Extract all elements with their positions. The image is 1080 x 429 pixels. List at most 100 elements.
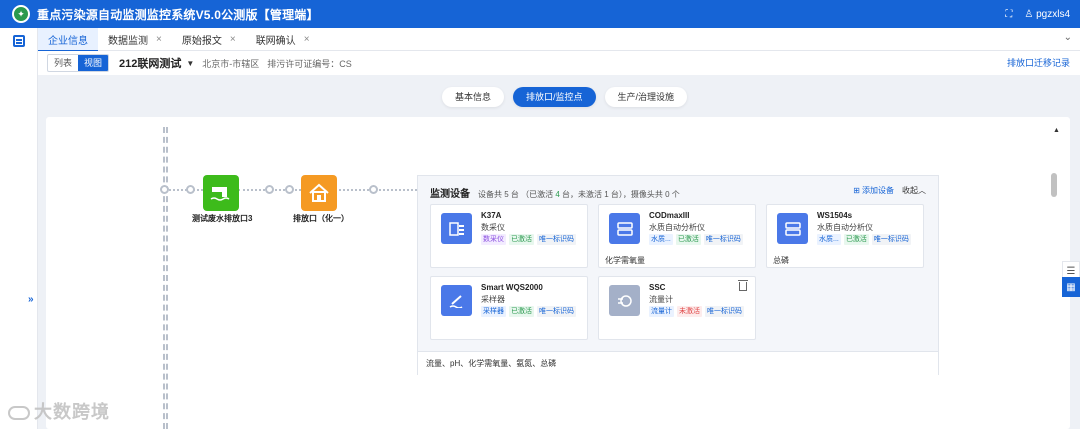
uid-tag[interactable]: 唯一标识码 (537, 306, 576, 317)
tab-data-monitoring[interactable]: 数据监测 × (98, 28, 172, 51)
device-name: K37A (481, 211, 502, 220)
permit-number: 排污许可证编号：CS (267, 58, 352, 69)
junction-dot (265, 185, 274, 194)
chevron-up-icon: ︿ (918, 186, 926, 195)
scroll-up-icon[interactable]: ▲ (1053, 127, 1060, 134)
tab-outlet-monitoring[interactable]: 排放口/监控点 (513, 87, 596, 107)
tab-network-confirm[interactable]: 联网确认 × (246, 28, 320, 51)
uid-tag[interactable]: 唯一标识码 (871, 234, 911, 245)
device-card[interactable]: WS1504s 水质自动分析仪 水质... 已激活 唯一标识码 总磷 (766, 204, 924, 268)
app-logo-icon: ✦ (12, 5, 30, 23)
grid-toggle-icon[interactable]: ▦ (1062, 277, 1080, 297)
user-menu[interactable]: ♙ pgzxls4 (1024, 9, 1070, 20)
device-type: 采样器 (481, 295, 505, 304)
scrollbar[interactable]: ▲ (1050, 125, 1060, 425)
devices-summary: 设备共 5 台 （已激活 4 台，未激活 1 台），摄像头共 0 个 (478, 189, 680, 200)
wastewater-icon (210, 187, 230, 201)
device-name: Smart WQS2000 (481, 283, 543, 292)
device-name: CODmaxIII (649, 211, 690, 220)
add-device-button[interactable]: ⊞ 添加设备 (853, 185, 894, 196)
station-header: 列表 视图 212联网测试 ▼ 北京市-市辖区 排污许可证编号：CS 排放口迁移… (38, 51, 1080, 75)
status-badge: 未激活 (677, 306, 702, 317)
device-type: 流量计 (649, 295, 673, 304)
user-name: pgzxls4 (1036, 8, 1070, 20)
chevron-down-icon[interactable]: ⌄ (1064, 32, 1072, 43)
device-card[interactable]: K37A 数采仪 数采仪 已激活 唯一标识码 (430, 204, 588, 268)
monitoring-devices-panel: 监测设备 设备共 5 台 （已激活 4 台，未激活 1 台），摄像头共 0 个 … (417, 175, 939, 375)
device-parameter: 总磷 (773, 256, 789, 265)
status-badge: 已激活 (675, 234, 701, 245)
flowmeter-icon (609, 285, 640, 316)
menu-icon[interactable] (13, 35, 25, 47)
region-text: 北京市-市辖区 (202, 58, 260, 69)
add-device-label: 添加设备 (862, 186, 894, 195)
summary-text: 设备共 5 台 （已激活 (478, 190, 556, 199)
title-bar: ✦ 重点污染源自动监测监控系统V5.0公测版【管理端】 ⛶ ♙ pgzxls4 (0, 0, 1080, 28)
junction-dot (285, 185, 294, 194)
trunk-line (166, 127, 168, 429)
junction-dot (160, 185, 169, 194)
uid-tag[interactable]: 唯一标识码 (705, 306, 744, 317)
node-label: 测试废水排放口3 (192, 214, 253, 223)
status-badge: 已激活 (843, 234, 869, 245)
watermark-logo-icon (8, 406, 30, 421)
uid-tag[interactable]: 唯一标识码 (703, 234, 743, 245)
watermark-text: 大数跨境 (34, 402, 110, 422)
outlet-canvas: 测试废水排放口3 排放口（化一） 监测设备 设备共 5 台 （已激活 4 台，未… (46, 117, 1070, 429)
close-icon[interactable]: × (304, 34, 310, 45)
tab-label: 原始报文 (181, 35, 222, 47)
type-tag: 水质... (649, 234, 673, 245)
tab-company-info[interactable]: 企业信息 (38, 27, 98, 52)
tab-label: 企业信息 (48, 35, 88, 47)
junction-dot (186, 185, 195, 194)
close-icon[interactable]: × (156, 34, 162, 45)
device-parameter: 化学需氧量 (605, 256, 645, 265)
analyzer-icon (609, 213, 640, 244)
station-select[interactable]: 212联网测试 (119, 55, 181, 71)
monitored-parameters: 流量、pH、化学需氧量、氨氮、总磷 (418, 351, 938, 375)
uid-tag[interactable]: 唯一标识码 (537, 234, 576, 245)
discharge-outlet-node[interactable] (301, 175, 337, 211)
collapse-button[interactable]: 收起︿ (902, 185, 926, 196)
close-icon[interactable]: × (230, 34, 236, 45)
type-tag: 数采仪 (481, 234, 506, 245)
type-tag: 流量计 (649, 306, 674, 317)
list-view-button[interactable]: 列表 (48, 55, 78, 71)
tab-basic-info[interactable]: 基本信息 (442, 87, 505, 107)
plus-square-icon: ⊞ (853, 186, 860, 195)
data-collector-icon (441, 213, 472, 244)
view-toggle: 列表 视图 (47, 54, 109, 72)
outlet-migration-link[interactable]: 排放口迁移记录 (1007, 56, 1070, 69)
device-card[interactable]: CODmaxIII 水质自动分析仪 水质... 已激活 唯一标识码 化学需氧量 (598, 204, 756, 268)
analyzer-icon (777, 213, 808, 244)
device-card[interactable]: SSC 流量计 流量计 未激活 唯一标识码 (598, 276, 756, 340)
device-type: 数采仪 (481, 223, 505, 232)
scroll-thumb[interactable] (1051, 173, 1057, 197)
sampler-icon (441, 285, 472, 316)
left-rail: » (0, 28, 38, 429)
device-card[interactable]: Smart WQS2000 采样器 采样器 已激活 唯一标识码 (430, 276, 588, 340)
graph-view-button[interactable]: 视图 (78, 55, 108, 71)
app-title: 重点污染源自动监测监控系统V5.0公测版【管理端】 (37, 7, 319, 22)
device-type: 水质自动分析仪 (649, 223, 705, 232)
trunk-line (163, 127, 165, 429)
expand-sidebar-icon[interactable]: » (28, 294, 38, 306)
caret-down-icon[interactable]: ▼ (186, 59, 194, 68)
section-tabs: 基本信息 排放口/监控点 生产/治理设施 (442, 87, 688, 107)
device-name: SSC (649, 283, 666, 292)
wastewater-outlet-node[interactable] (203, 175, 239, 211)
trash-icon[interactable] (738, 280, 748, 291)
devices-title: 监测设备 (430, 189, 470, 200)
device-type: 水质自动分析仪 (817, 223, 873, 232)
fullscreen-icon[interactable]: ⛶ (1005, 9, 1012, 20)
summary-text: 台，未激活 1 台），摄像头共 0 个 (559, 190, 680, 199)
type-tag: 水质... (817, 234, 841, 245)
tab-label: 联网确认 (255, 35, 296, 47)
tab-label: 数据监测 (108, 35, 148, 47)
tab-raw-messages[interactable]: 原始报文 × (172, 28, 246, 51)
tab-production-facilities[interactable]: 生产/治理设施 (604, 87, 688, 107)
outlet-house-icon (309, 183, 329, 202)
collapse-label: 收起 (902, 186, 918, 195)
tab-bar: 企业信息 数据监测 × 原始报文 × 联网确认 × ⌄ (38, 27, 1080, 52)
status-badge: 已激活 (509, 234, 534, 245)
